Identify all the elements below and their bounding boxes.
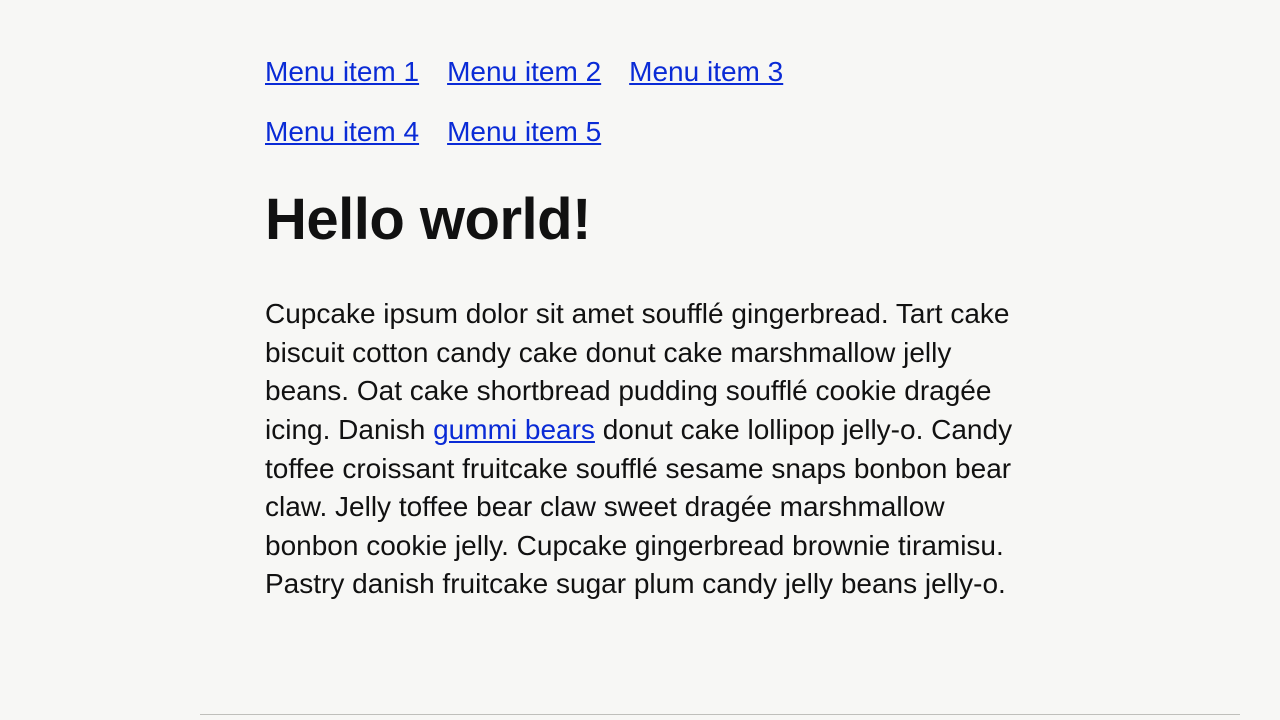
nav-item-2[interactable]: Menu item 2 [447, 56, 601, 87]
divider [200, 714, 1240, 715]
nav-item-1[interactable]: Menu item 1 [265, 56, 419, 87]
main-nav: Menu item 1 Menu item 2 Menu item 3 Menu… [265, 56, 1015, 148]
nav-item-5[interactable]: Menu item 5 [447, 116, 601, 147]
page-title: Hello world! [265, 186, 1015, 253]
nav-item-4[interactable]: Menu item 4 [265, 116, 419, 147]
body-paragraph: Cupcake ipsum dolor sit amet soufflé gin… [265, 295, 1015, 604]
inline-link-gummi-bears[interactable]: gummi bears [433, 414, 595, 445]
nav-item-3[interactable]: Menu item 3 [629, 56, 783, 87]
